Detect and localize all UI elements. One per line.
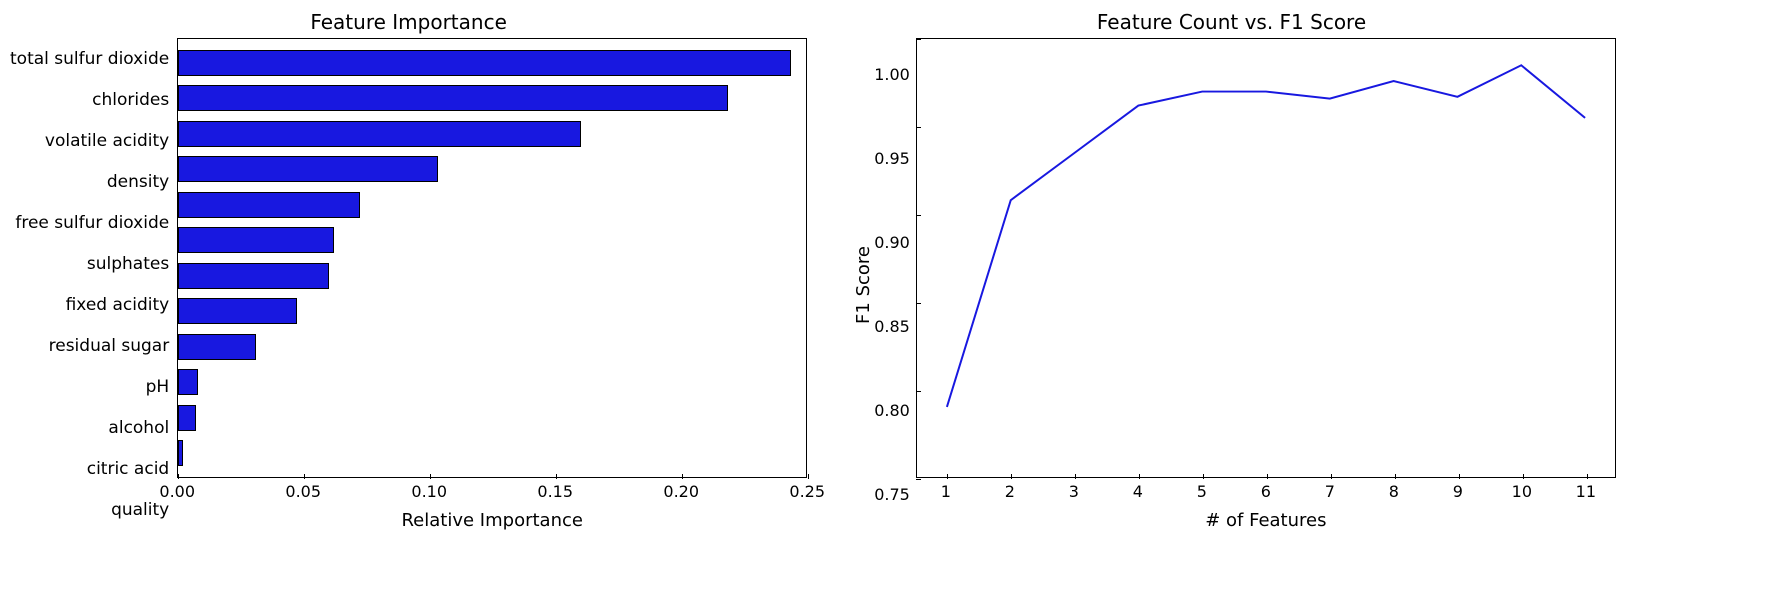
bar-chart-body: total sulfur dioxide chlorides volatile ac…	[10, 38, 807, 531]
line-x-axis: 1 2 3 4 5 6 7 8 9 10 11	[916, 478, 1616, 510]
bar	[178, 369, 198, 395]
line-x-tick-label: 10	[1512, 482, 1532, 501]
bar-y-tick-label: quality	[10, 500, 169, 520]
bar-y-tick-label: pH	[10, 377, 169, 397]
bar-y-tick-label: citric acid	[10, 459, 169, 479]
chart-title: Feature Importance	[10, 10, 807, 34]
line-series	[947, 65, 1585, 407]
bar	[178, 192, 359, 218]
bar-x-tick-label: 0.00	[159, 482, 195, 501]
line-x-tick-label: 8	[1389, 482, 1399, 501]
feature-count-f1-chart: Feature Count vs. F1 Score F1 Score 1.00…	[847, 10, 1616, 531]
bar	[178, 156, 438, 182]
line-y-tick-label: 1.00	[874, 65, 910, 84]
bar	[178, 121, 581, 147]
feature-importance-chart: Feature Importance total sulfur dioxide c…	[10, 10, 807, 531]
bar	[178, 405, 196, 431]
bar-plot-area	[177, 38, 807, 478]
bar-y-tick-label: alcohol	[10, 418, 169, 438]
line-y-tick-label: 0.80	[874, 401, 910, 420]
bar-x-tick-label: 0.05	[285, 482, 321, 501]
line-x-tick-label: 6	[1261, 482, 1271, 501]
bar-x-tick-label: 0.25	[789, 482, 825, 501]
line-y-tick-label: 0.75	[874, 485, 910, 504]
bar	[178, 440, 183, 466]
bar-y-tick-label: free sulfur dioxide	[10, 213, 169, 233]
bar-y-tick-label: sulphates	[10, 254, 169, 274]
bar	[178, 50, 790, 76]
line-x-tick-label: 3	[1069, 482, 1079, 501]
bar-y-tick-label: fixed acidity	[10, 295, 169, 315]
line-y-tick-labels: 1.00 0.95 0.90 0.85 0.80 0.75	[874, 65, 916, 505]
line-x-tick-label: 4	[1133, 482, 1143, 501]
line-y-tick-label: 0.95	[874, 149, 910, 168]
bar-y-tick-label: chlorides	[10, 90, 169, 110]
line-x-tick-label: 5	[1197, 482, 1207, 501]
line-y-tick-label: 0.90	[874, 233, 910, 252]
bar	[178, 85, 727, 111]
figure: Feature Importance total sulfur dioxide c…	[10, 10, 1756, 531]
bar-x-tick-label: 0.15	[537, 482, 573, 501]
bar-x-tick-label: 0.10	[411, 482, 447, 501]
line-chart-body: F1 Score 1.00 0.95 0.90 0.85 0.80 0.75 1 2 3 4 5 6…	[847, 38, 1616, 531]
line-y-tick-label: 0.85	[874, 317, 910, 336]
bar-x-axis: 0.000.050.100.150.200.25	[177, 478, 807, 510]
bar-y-tick-label: total sulfur dioxide	[10, 49, 169, 69]
line-x-tick-label: 9	[1453, 482, 1463, 501]
bar-x-axis-label: Relative Importance	[177, 510, 807, 531]
line-x-tick-label: 2	[1005, 482, 1015, 501]
bar-x-tick-label: 0.20	[663, 482, 699, 501]
chart-title: Feature Count vs. F1 Score	[847, 10, 1616, 34]
bar	[178, 227, 334, 253]
line-x-tick-label: 1	[941, 482, 951, 501]
line-x-axis-label: # of Features	[916, 510, 1616, 531]
line-y-axis-label: F1 Score	[847, 246, 874, 324]
line-plot-area	[916, 38, 1616, 478]
bar-y-tick-label: density	[10, 172, 169, 192]
bar-y-tick-label: residual sugar	[10, 336, 169, 356]
bar-y-tick-labels: total sulfur dioxide chlorides volatile ac…	[10, 38, 177, 531]
line-x-tick-label: 7	[1325, 482, 1335, 501]
bar	[178, 334, 256, 360]
bar-y-tick-label: volatile acidity	[10, 131, 169, 151]
bar	[178, 263, 329, 289]
line-x-tick-label: 11	[1576, 482, 1596, 501]
bar	[178, 298, 296, 324]
